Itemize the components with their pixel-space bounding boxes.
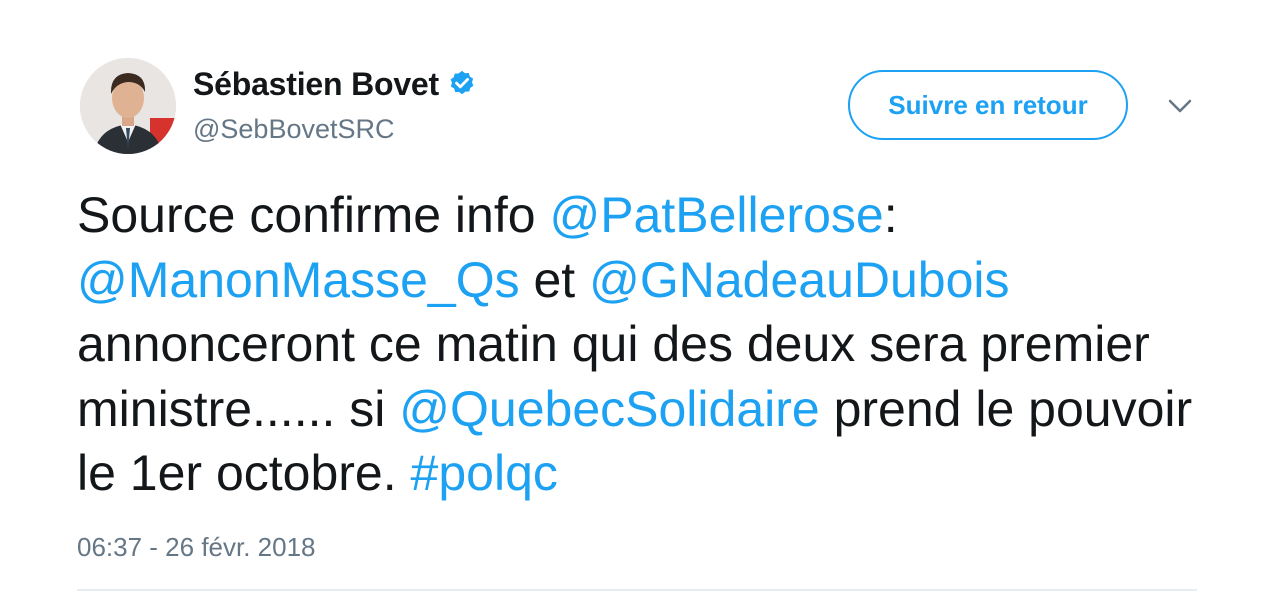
mention-link[interactable]: @QuebecSolidaire bbox=[399, 381, 819, 437]
author-handle[interactable]: @SebBovetSRC bbox=[193, 114, 395, 145]
hashtag-link[interactable]: #polqc bbox=[411, 445, 558, 501]
tweet-timestamp[interactable]: 06:37 - 26 févr. 2018 bbox=[77, 532, 316, 563]
chevron-down-icon[interactable] bbox=[1166, 94, 1194, 118]
mention-link[interactable]: @GNadeauDubois bbox=[589, 252, 1009, 308]
author-name-row: Sébastien Bovet bbox=[193, 64, 477, 104]
tweet-text-segment: et bbox=[519, 251, 590, 308]
follow-back-button[interactable]: Suivre en retour bbox=[848, 70, 1128, 140]
author-name[interactable]: Sébastien Bovet bbox=[193, 66, 439, 103]
tweet-text: Source confirme info @PatBellerose: @Man… bbox=[77, 183, 1197, 506]
divider bbox=[77, 589, 1197, 591]
tweet-text-segment: : bbox=[883, 187, 898, 243]
mention-link[interactable]: @PatBellerose bbox=[549, 187, 883, 243]
tweet-text-segment: Source confirme info bbox=[77, 187, 550, 243]
verified-badge-icon bbox=[447, 69, 477, 99]
avatar[interactable] bbox=[80, 58, 176, 154]
mention-link[interactable]: @ManonMasse_Qs bbox=[77, 252, 520, 308]
